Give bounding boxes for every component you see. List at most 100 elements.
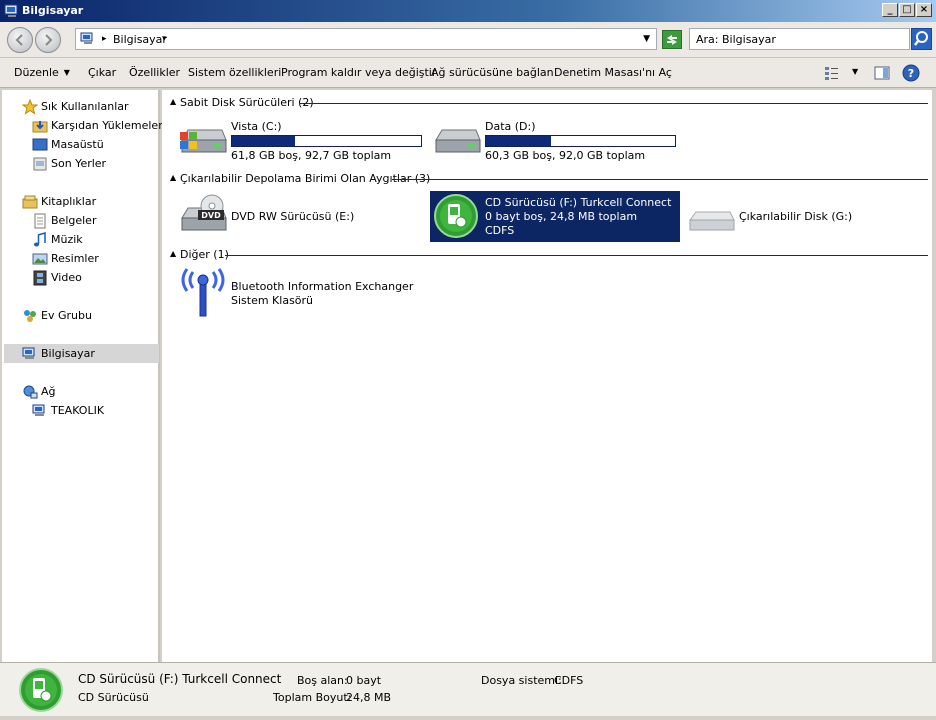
- back-arrow-icon: [15, 34, 23, 46]
- drive-g-name: Çıkarılabilir Disk (G:): [739, 210, 853, 223]
- maximize-button[interactable]: □: [899, 3, 915, 17]
- details-free-label: Boş alan:: [297, 674, 348, 687]
- documents-icon: [34, 213, 46, 229]
- refresh-button[interactable]: [662, 30, 682, 49]
- bluetooth-antenna-icon: [181, 268, 225, 317]
- drive-d-usage-fill: [486, 136, 552, 146]
- nav-favorites-label: Sık Kullanılanlar: [41, 100, 129, 113]
- close-button[interactable]: ×: [916, 3, 932, 17]
- group-hdd-header[interactable]: ▲ Sabit Disk Sürücüleri (2): [170, 96, 928, 110]
- preview-pane-icon[interactable]: [874, 65, 890, 81]
- search-placeholder: Ara: Bilgisayar: [696, 33, 776, 46]
- nav-computer-label: Bilgisayar: [41, 347, 95, 360]
- group-divider: [392, 179, 928, 180]
- removable-disk-icon: [689, 211, 735, 231]
- address-history-dropdown-icon[interactable]: ▼: [643, 34, 650, 44]
- address-bar[interactable]: ▸ Bilgisayar ▾ ▼: [75, 28, 657, 50]
- drive-g[interactable]: Çıkarılabilir Disk (G:): [686, 194, 926, 240]
- file-list: ▲ Sabit Disk Sürücüleri (2) Vista (C:) 6…: [162, 90, 932, 662]
- details-total-value: 24,8 MB: [346, 691, 392, 704]
- properties-button[interactable]: Özellikler: [129, 66, 180, 79]
- drive-f-name: CD Sürücüsü (F:) Turkcell Connect: [485, 196, 672, 209]
- minimize-button[interactable]: _: [882, 3, 898, 17]
- breadcrumb-dropdown-icon[interactable]: ▾: [162, 34, 167, 44]
- views-dropdown-icon[interactable]: ▼: [852, 67, 858, 76]
- organize-button[interactable]: Düzenle ▼: [14, 66, 70, 79]
- group-removable-header[interactable]: ▲ Çıkarılabilir Depolama Birimi Olan Ayg…: [170, 172, 928, 186]
- help-icon[interactable]: ?: [902, 64, 920, 82]
- navigation-pane: Sık Kullanılanlar Karşıdan Yüklemeler Ma…: [2, 90, 163, 662]
- nav-libraries-label: Kitaplıklar: [41, 195, 97, 208]
- drive-f-fs: CDFS: [485, 224, 515, 237]
- network-computer-icon: [32, 404, 45, 416]
- drive-f-selected[interactable]: CD Sürücüsü (F:) Turkcell Connect 0 bayt…: [430, 191, 680, 242]
- collapse-caret-icon[interactable]: ▲: [170, 249, 176, 258]
- turkcell-connect-icon: [434, 194, 478, 238]
- nav-downloads-label: Karşıdan Yüklemeler: [51, 119, 163, 132]
- collapse-caret-icon[interactable]: ▲: [170, 97, 176, 106]
- computer-icon: [22, 347, 35, 359]
- control-panel-button[interactable]: Denetim Masası'nı Aç: [554, 66, 672, 79]
- window-title: Bilgisayar: [22, 4, 84, 17]
- drive-d[interactable]: Data (D:) 60,3 GB boş, 92,0 GB toplam: [432, 118, 682, 164]
- details-type: CD Sürücüsü: [78, 691, 149, 704]
- drive-c-info: 61,8 GB boş, 92,7 GB toplam: [231, 149, 392, 162]
- drive-f-info: 0 bayt boş, 24,8 MB toplam: [485, 210, 638, 223]
- forward-button[interactable]: [35, 27, 61, 53]
- dvd-badge: DVD: [201, 211, 221, 220]
- drive-e-name: DVD RW Sürücüsü (E:): [231, 210, 355, 223]
- address-area: ▸ Bilgisayar ▾ ▼ Ara: Bilgisayar: [0, 22, 936, 58]
- drive-c-usage-fill: [232, 136, 295, 146]
- search-button[interactable]: [911, 28, 932, 50]
- breadcrumb-separator-icon[interactable]: ▸: [102, 34, 107, 44]
- collapse-caret-icon[interactable]: ▲: [170, 173, 176, 182]
- downloads-folder-icon: [32, 121, 48, 133]
- caret-down-icon: ▼: [63, 68, 70, 77]
- homegroup-icon: [24, 310, 36, 322]
- pictures-icon: [32, 253, 48, 265]
- bluetooth-name: Bluetooth Information Exchanger: [231, 280, 414, 293]
- hard-drive-icon: [435, 129, 481, 153]
- back-button[interactable]: [7, 27, 33, 53]
- details-total-label: Toplam Boyut:: [273, 691, 352, 704]
- video-film-icon: [33, 270, 47, 286]
- windows-drive-icon: [180, 129, 227, 153]
- bluetooth-type: Sistem Klasörü: [231, 294, 314, 307]
- map-drive-button[interactable]: Ağ sürücüsüne bağlan: [431, 66, 554, 79]
- group-divider: [299, 103, 928, 104]
- computer-icon: [80, 32, 93, 44]
- search-input[interactable]: Ara: Bilgisayar: [689, 28, 910, 50]
- nav-network-label: Ağ: [41, 385, 56, 398]
- eject-button[interactable]: Çıkar: [88, 66, 116, 79]
- details-free-value: 0 bayt: [346, 674, 382, 687]
- group-other-label: Diğer (1): [180, 248, 229, 261]
- star-icon: [22, 99, 38, 115]
- details-fs-label: Dosya sistemi:: [481, 674, 562, 687]
- details-fs-value: CDFS: [554, 674, 584, 687]
- nav-pictures-label: Resimler: [51, 252, 99, 265]
- organize-label: Düzenle: [14, 66, 59, 79]
- details-pane: CD Sürücüsü (F:) Turkcell Connect CD Sür…: [0, 662, 936, 716]
- group-other-header[interactable]: ▲ Diğer (1): [170, 248, 928, 262]
- bluetooth-exchanger[interactable]: Bluetooth Information Exchanger Sistem K…: [178, 268, 448, 318]
- uninstall-button[interactable]: Program kaldır veya değiştir: [281, 66, 436, 79]
- nav-recent-label: Son Yerler: [51, 157, 107, 170]
- command-bar: Düzenle ▼ Çıkar Özellikler Sistem özellik…: [0, 58, 936, 88]
- dvd-drive-icon: DVD: [181, 194, 227, 231]
- drive-c-usage-bar: [231, 135, 422, 147]
- svg-text:?: ?: [908, 67, 914, 80]
- nav-desktop-label: Masaüstü: [51, 138, 104, 151]
- title-bar: Bilgisayar _ □ ×: [0, 0, 936, 22]
- group-divider: [225, 255, 928, 256]
- music-note-icon: [34, 232, 46, 247]
- drive-e[interactable]: DVD DVD RW Sürücüsü (E:): [178, 194, 428, 240]
- details-name: CD Sürücüsü (F:) Turkcell Connect: [78, 672, 282, 686]
- drive-c[interactable]: Vista (C:) 61,8 GB boş, 92,7 GB toplam: [178, 118, 428, 164]
- breadcrumb-computer[interactable]: Bilgisayar: [113, 33, 167, 46]
- system-properties-button[interactable]: Sistem özellikleri: [188, 66, 281, 79]
- turkcell-connect-icon: [19, 668, 63, 712]
- libraries-icon: [22, 195, 38, 209]
- views-icon[interactable]: [824, 65, 840, 81]
- window-bottom-edge: [0, 716, 936, 720]
- recent-places-icon: [33, 157, 47, 171]
